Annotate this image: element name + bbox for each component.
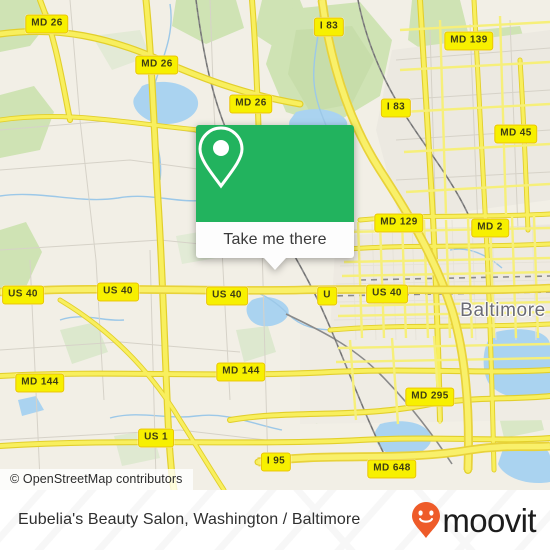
footer-place-title: Eubelia's Beauty Salon, Washington / Bal… (18, 511, 361, 528)
map-canvas[interactable]: Baltimore MD 26 MD 26 MD 26 I 83 I 83 MD… (0, 0, 550, 490)
route-shield[interactable]: U (317, 286, 337, 306)
route-shield[interactable]: US 40 (366, 284, 408, 304)
route-shield[interactable]: I 83 (380, 98, 412, 118)
map-attribution[interactable]: © OpenStreetMap contributors (0, 469, 193, 490)
footer-bar: Eubelia's Beauty Salon, Washington / Bal… (0, 490, 550, 550)
route-shield[interactable]: US 40 (97, 282, 139, 302)
route-shield[interactable]: MD 2 (471, 218, 509, 238)
route-shield[interactable]: MD 144 (216, 362, 266, 382)
route-shield[interactable]: MD 144 (15, 373, 65, 393)
callout-pointer-tail (264, 258, 286, 270)
city-label-baltimore: Baltimore (460, 300, 546, 321)
moovit-wordmark: moovit (442, 501, 536, 539)
route-shield[interactable]: US 40 (206, 286, 248, 306)
route-shield[interactable]: MD 26 (135, 55, 179, 75)
moovit-smiley-pin-icon (411, 501, 441, 539)
callout-action-area[interactable]: Take me there (196, 222, 354, 258)
location-callout-card[interactable]: Take me there (196, 125, 354, 270)
route-shield[interactable]: MD 139 (444, 31, 494, 51)
moovit-location-card-screenshot: Baltimore MD 26 MD 26 MD 26 I 83 I 83 MD… (0, 0, 550, 550)
callout-icon-area (196, 125, 354, 222)
moovit-logo[interactable]: moovit (411, 501, 537, 539)
route-shield[interactable]: I 95 (260, 452, 292, 472)
take-me-there-label: Take me there (223, 231, 327, 248)
route-shield[interactable]: MD 26 (25, 14, 69, 34)
route-shield[interactable]: MD 26 (229, 94, 273, 114)
route-shield[interactable]: US 1 (138, 428, 174, 448)
route-shield[interactable]: I 83 (313, 17, 345, 37)
route-shield[interactable]: MD 648 (367, 459, 417, 479)
route-shield[interactable]: MD 295 (405, 387, 455, 407)
route-shield[interactable]: MD 129 (374, 213, 424, 233)
route-shield[interactable]: MD 45 (494, 124, 538, 144)
route-shield[interactable]: US 40 (2, 285, 44, 305)
